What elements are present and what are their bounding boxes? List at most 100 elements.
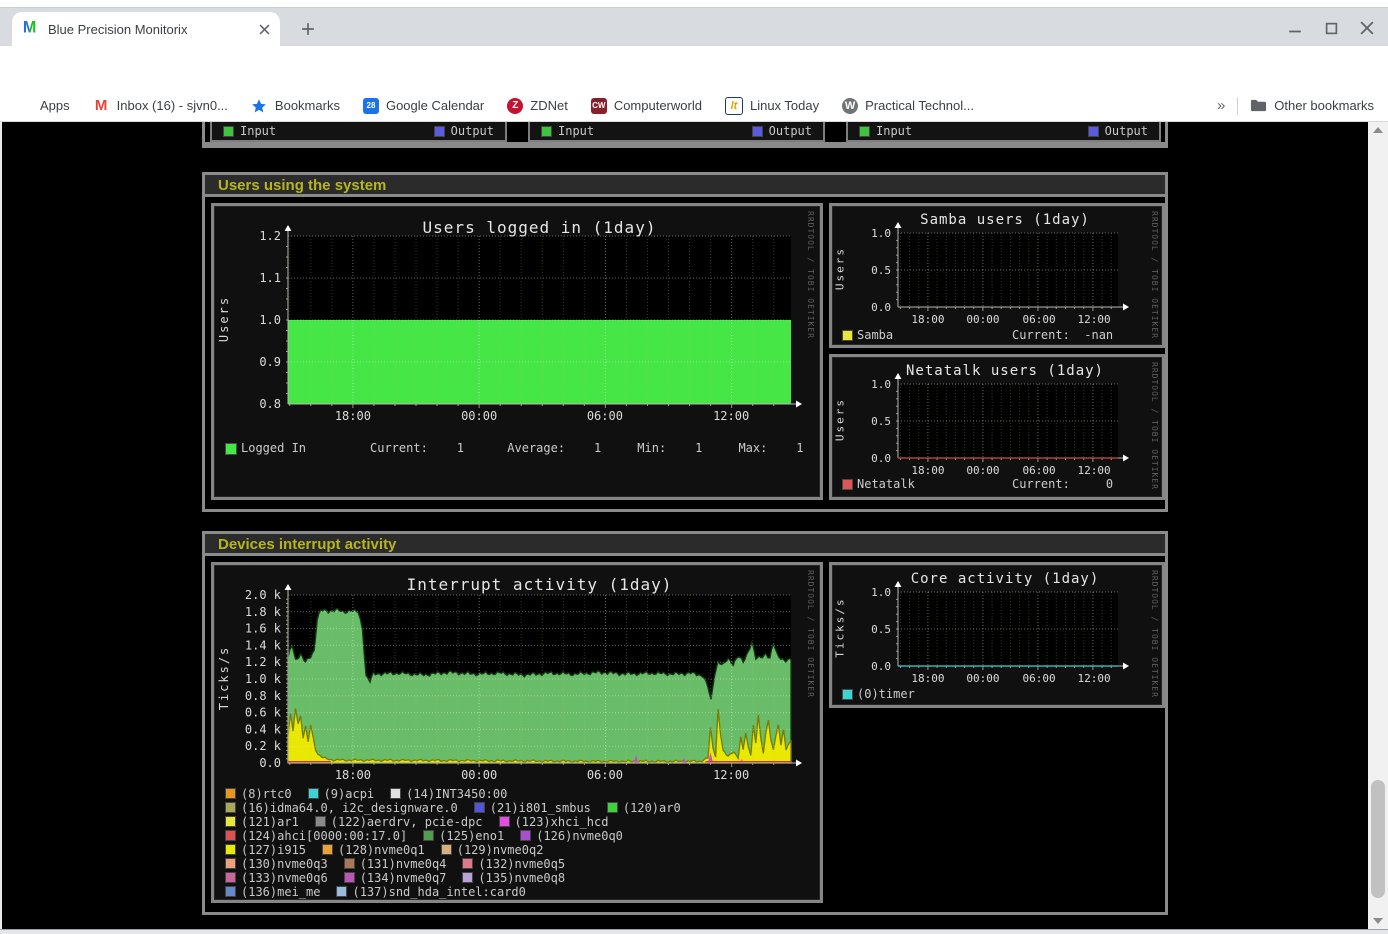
legend-color-swatch: [842, 479, 853, 490]
section-interrupts: Devices interrupt activity Interrupt act…: [202, 531, 1168, 915]
legend-current: Current: 0: [1012, 477, 1113, 491]
svg-text:00:00: 00:00: [461, 768, 497, 782]
legend-item: (9)acpi: [308, 787, 375, 801]
svg-text:18:00: 18:00: [911, 672, 944, 685]
section-users: Users using the system Users logged in (…: [202, 172, 1168, 512]
window-minimize-icon[interactable]: [1282, 16, 1308, 40]
svg-text:06:00: 06:00: [1022, 313, 1055, 326]
legend-row: (127)i915 (128)nvme0q1 (129)nvme0q2: [225, 843, 681, 856]
core-activity-panel: Core activity (1day) Ticks/s 0.00.51.018…: [829, 562, 1165, 708]
scroll-down-icon[interactable]: [1368, 913, 1388, 929]
samba-users-panel: Samba users (1day) Users 0.00.51.018:000…: [829, 203, 1165, 348]
bookmark-linux-today[interactable]: lt Linux Today: [725, 97, 819, 115]
svg-text:1.0: 1.0: [259, 313, 281, 327]
partial-graph-panel: Input Output: [210, 122, 507, 142]
legend-row: (133)nvme0q6(134)nvme0q7(135)nvme0q8: [225, 871, 681, 884]
gmail-icon: M: [93, 97, 110, 114]
other-bookmarks-folder[interactable]: Other bookmarks: [1250, 97, 1374, 114]
svg-text:00:00: 00:00: [966, 313, 999, 326]
partial-graph-panel: Input Output: [846, 122, 1161, 142]
output-color-swatch: [1088, 126, 1099, 137]
svg-text:M: M: [23, 18, 36, 35]
svg-text:1.1: 1.1: [259, 271, 281, 285]
legend-output: Output: [1088, 124, 1148, 138]
svg-text:06:00: 06:00: [587, 409, 623, 423]
svg-text:0.0: 0.0: [871, 452, 891, 465]
legend-current: Current: -nan: [1012, 328, 1113, 342]
legend-item: (21)i801_smbus: [474, 801, 591, 815]
chart-title: Core activity (1day): [892, 571, 1118, 587]
tab-close-icon[interactable]: [259, 24, 270, 35]
svg-text:00:00: 00:00: [461, 409, 497, 423]
legend-item: (128)nvme0q1: [322, 843, 425, 857]
legend-row: (16)idma64.0, i2c_designware.0 (21)i801_s…: [225, 801, 681, 814]
legend-label: Samba: [857, 328, 893, 342]
netatalk-users-panel: Netatalk users (1day) Users 0.00.51.018:…: [829, 354, 1165, 500]
svg-text:1.8 k: 1.8 k: [245, 605, 282, 619]
legend-item: (121)ar1: [225, 815, 299, 829]
chart-title: Interrupt activity (1day): [288, 575, 791, 594]
input-color-swatch: [859, 126, 870, 137]
legend-input: Input: [859, 124, 912, 138]
svg-text:0.8 k: 0.8 k: [245, 689, 282, 703]
bookmarks-bar: Apps M Inbox (16) - sjvn0... Bookmarks 2…: [0, 90, 1388, 122]
legend-item: (131)nvme0q4: [344, 857, 447, 871]
legend-row: (124)ahci[0000:00:17.0](125)eno1(126)nvm…: [225, 829, 681, 842]
svg-text:0.6 k: 0.6 k: [245, 706, 282, 720]
window-bottom-border: [0, 929, 1388, 934]
monitorix-favicon: M: [22, 18, 39, 40]
legend-item: (124)ahci[0000:00:17.0]: [225, 829, 407, 843]
svg-text:0.0: 0.0: [871, 301, 891, 314]
window-maximize-icon[interactable]: [1318, 16, 1344, 40]
svg-text:1.0: 1.0: [871, 378, 891, 391]
legend-item: (122)aerdrv, pcie-dpc: [315, 815, 483, 829]
legend-input: Input: [223, 124, 276, 138]
svg-text:1.2 k: 1.2 k: [245, 655, 282, 669]
bookmark-apps[interactable]: Apps: [16, 97, 70, 114]
bookmarks-divider: [1237, 97, 1238, 115]
svg-text:18:00: 18:00: [911, 313, 944, 326]
browser-toolbar: localhost:8080/monitorix-cgi/monitorix.c…: [0, 46, 1388, 90]
svg-text:0.0: 0.0: [871, 660, 891, 673]
bookmark-google-calendar[interactable]: 28 Google Calendar: [363, 98, 484, 114]
linux-today-icon: lt: [725, 97, 743, 115]
new-tab-button[interactable]: [296, 17, 320, 41]
legend-stats: Current: 1 Average: 1 Min: 1 Max: 1: [370, 441, 803, 455]
svg-text:0.5: 0.5: [871, 264, 891, 277]
svg-text:06:00: 06:00: [1022, 672, 1055, 685]
partial-section-top: Input Output Input Output Input Output: [202, 122, 1168, 148]
bookmark-bookmarks[interactable]: Bookmarks: [251, 97, 340, 114]
svg-text:0.2 k: 0.2 k: [245, 739, 282, 753]
bookmarks-overflow-chevron[interactable]: »: [1217, 97, 1225, 114]
scroll-up-icon[interactable]: [1368, 122, 1388, 138]
svg-text:1.6 k: 1.6 k: [245, 622, 282, 636]
svg-text:12:00: 12:00: [1077, 464, 1110, 477]
rrdtool-watermark: RRDTOOL / TOBI OETIKER: [806, 211, 815, 339]
svg-text:1.2: 1.2: [259, 229, 281, 243]
monitorix-page: Input Output Input Output Input Output U…: [0, 122, 1368, 930]
legend-row: (130)nvme0q3(131)nvme0q4(132)nvme0q5: [225, 857, 681, 870]
legend-item: (133)nvme0q6: [225, 871, 328, 885]
window-close-icon[interactable]: [1354, 16, 1380, 40]
bookmark-computerworld[interactable]: CW Computerworld: [591, 98, 702, 114]
rrdtool-watermark: RRDTOOL / TOBI OETIKER: [1150, 362, 1159, 490]
legend-item: (125)eno1: [423, 829, 504, 843]
bookmark-zdnet[interactable]: Z ZDNet: [507, 98, 568, 114]
input-color-swatch: [223, 126, 234, 137]
legend-item: (127)i915: [225, 843, 306, 857]
legend-item: (16)idma64.0, i2c_designware.0: [225, 801, 458, 815]
page-scrollbar[interactable]: [1368, 122, 1388, 929]
svg-text:06:00: 06:00: [1022, 464, 1055, 477]
bookmark-practical-technology[interactable]: W Practical Technol...: [842, 98, 974, 114]
output-color-swatch: [434, 126, 445, 137]
output-color-swatch: [752, 126, 763, 137]
legend-item: (123)xhci_hcd: [499, 815, 609, 829]
svg-text:2.0 k: 2.0 k: [245, 588, 282, 602]
svg-text:12:00: 12:00: [713, 409, 749, 423]
y-axis-label: Users: [834, 233, 847, 305]
legend-item: (130)nvme0q3: [225, 857, 328, 871]
browser-tab[interactable]: M Blue Precision Monitorix: [12, 12, 280, 46]
legend-item: (129)nvme0q2: [441, 843, 544, 857]
bookmark-inbox[interactable]: M Inbox (16) - sjvn0...: [93, 97, 228, 114]
scrollbar-thumb[interactable]: [1371, 780, 1385, 898]
